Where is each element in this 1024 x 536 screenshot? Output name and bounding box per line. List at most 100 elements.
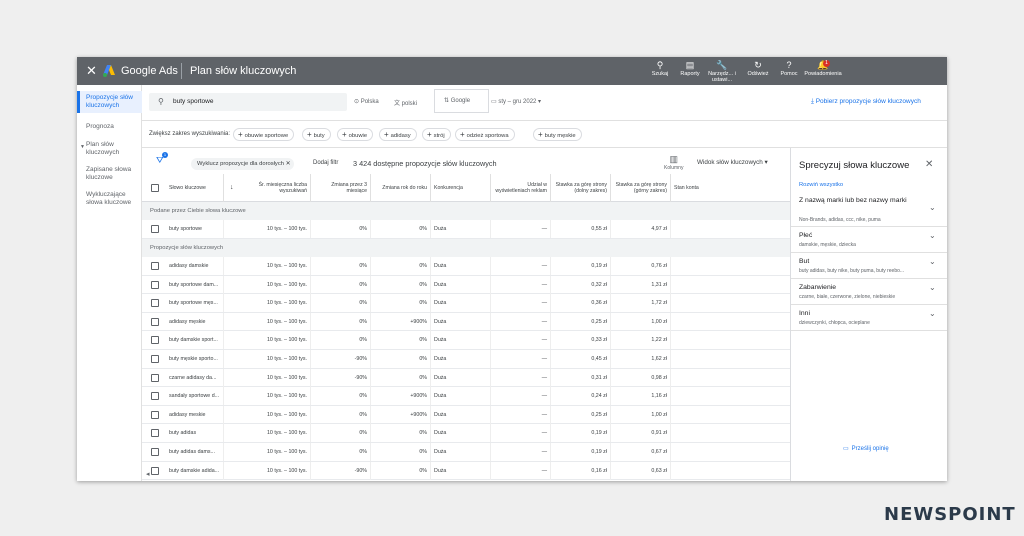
broaden-pill[interactable]: + strój [422, 128, 451, 141]
columns-button[interactable]: ▥ Kolumny [664, 154, 683, 171]
table-row[interactable]: adidasy meskie 10 tys. – 100 tys. 0% +900% D… [142, 405, 790, 425]
cell-competition: Duża [434, 356, 447, 362]
facet-shoe[interactable]: But buty adidas, buty nike, buty puma, b… [791, 253, 947, 279]
row-checkbox[interactable] [151, 336, 159, 345]
scroll-left-icon[interactable]: ◂ [146, 470, 150, 478]
language-selector[interactable]: 文 polski [394, 98, 417, 107]
header-keyword[interactable]: Słowo kluczowe [169, 174, 221, 202]
row-checkbox[interactable] [151, 317, 159, 326]
table-row[interactable]: buty adidas dams... 10 tys. – 100 tys. 0% 0… [142, 443, 790, 462]
row-checkbox[interactable] [151, 299, 159, 308]
cell-bid-low: 0,16 zł [591, 467, 607, 474]
table-row[interactable]: buty damskie sport... 10 tys. – 100 tys. 0… [142, 331, 790, 350]
header-competition[interactable]: Konkurencja [434, 174, 488, 202]
plus-icon: + [384, 130, 389, 139]
close-icon[interactable]: ✕ [286, 161, 291, 167]
table-row[interactable]: buty adidas 10 tys. – 100 tys. 0% 0% Duża — 0,… [142, 424, 790, 443]
row-checkbox[interactable] [151, 355, 159, 363]
sidebar-item-keyword-ideas[interactable]: Propozycje słów kluczowych [77, 91, 142, 113]
column-divider [550, 312, 551, 331]
facet-subtitle: damskie, męskie, dziecka [799, 242, 856, 248]
facet-gender[interactable]: Płeć damskie, męskie, dziecka ⌄ [791, 227, 947, 253]
table-row[interactable]: buty sportowe dam... 10 tys. – 100 tys. 0%… [142, 275, 790, 295]
notifications-button[interactable]: 🔔 1 Powiadomienia [804, 60, 842, 77]
column-divider [550, 331, 551, 350]
broaden-pill[interactable]: + obuwie sportowe [233, 128, 295, 141]
column-divider [430, 257, 431, 275]
cell-3month-change: 0% [359, 226, 367, 232]
help-button[interactable]: ? Pomoc [772, 60, 806, 77]
table-row[interactable]: buty męskie sporto... 10 tys. – 100 tys. -… [142, 350, 790, 369]
row-checkbox[interactable] [151, 392, 159, 401]
table-row[interactable]: sandały sportowe d... 10 tys. – 100 tys. 0… [142, 387, 790, 406]
facet-brand[interactable]: Z nazwą marki lub bez nazwy marki Non-Br… [791, 192, 947, 227]
row-checkbox[interactable] [151, 225, 159, 233]
column-divider [490, 275, 491, 294]
sidebar-item-keyword-plan[interactable]: Plan słów kluczowych [77, 141, 142, 157]
column-divider [310, 220, 311, 238]
table-row[interactable]: buty sportowe 10 tys. – 100 tys. 0% 0% Duża —… [142, 220, 790, 239]
table-row[interactable]: czarne adidasy da... 10 tys. – 100 tys. -9… [142, 368, 790, 388]
header-impression-share[interactable]: Udział w wyświetleniach reklam [492, 174, 547, 202]
row-checkbox[interactable] [151, 466, 159, 475]
cell-3month-change: -90% [354, 356, 367, 362]
network-selector[interactable]: ⇅ Google [434, 89, 489, 113]
header-3month-change[interactable]: Zmiana przez 3 miesiące [312, 174, 367, 202]
cell-competition: Duża [434, 281, 447, 288]
keyword-search-input[interactable]: ⚲ buty sportowe [149, 93, 347, 111]
column-divider [310, 331, 311, 350]
table-row[interactable]: buty sportowe męs... 10 tys. – 100 tys. 0%… [142, 294, 790, 313]
broaden-pill[interactable]: + adidasy [379, 128, 417, 141]
cell-yoy-change: 0% [419, 226, 427, 232]
exclude-adult-chip[interactable]: Wyklucz propozycje dla dorosłych ✕ [191, 158, 295, 170]
column-divider [430, 331, 431, 350]
facet-other[interactable]: Inni dziewczynki, chłopca, ocieplane ⌄ [791, 305, 947, 331]
close-icon[interactable]: ✕ [925, 159, 933, 170]
facet-color[interactable]: Zabarwienie czarne, białe, czerwone, zie… [791, 279, 947, 305]
broaden-pill[interactable]: + buty [302, 128, 331, 141]
row-checkbox[interactable] [151, 429, 159, 438]
column-divider [430, 368, 431, 387]
column-divider [610, 174, 611, 202]
column-divider [370, 275, 371, 294]
row-checkbox[interactable] [151, 262, 159, 270]
row-checkbox[interactable] [151, 410, 159, 419]
close-icon[interactable]: ✕ [86, 63, 97, 79]
cell-competition: Duża [434, 467, 447, 474]
table-row[interactable]: adidasy damskie 10 tys. – 100 tys. 0% 0% Duż… [142, 257, 790, 276]
column-divider [310, 275, 311, 294]
column-divider [610, 443, 611, 461]
expand-all-link[interactable]: Rozwiń wszystko [799, 182, 843, 188]
tools-settings-button[interactable]: 🔧 Narzędz... i ustawi... [705, 60, 739, 83]
row-checkbox[interactable] [151, 448, 159, 456]
date-range-selector[interactable]: ▭ sty – gru 2022 ▾ [491, 98, 541, 105]
header-bid-high[interactable]: Stawka za górę strony (górny zakres) [612, 174, 667, 202]
search-tool-button[interactable]: ⚲ Szukaj [643, 60, 677, 77]
column-divider [550, 368, 551, 387]
refresh-button[interactable]: ↻ Odśwież [741, 60, 775, 77]
broaden-pill[interactable]: + buty męskie [533, 128, 582, 141]
row-checkbox[interactable] [151, 280, 159, 289]
sidebar-item-forecast[interactable]: Prognoza [77, 123, 142, 131]
cell-yoy-change: 0% [419, 337, 427, 344]
header-bid-low[interactable]: Stawka za górę strony (dolny zakres) [552, 174, 607, 202]
send-feedback-link[interactable]: ▭ Prześlij opinię [843, 445, 889, 452]
header-yoy-change[interactable]: Zmiana rok do roku [372, 174, 427, 202]
row-checkbox[interactable] [151, 373, 159, 382]
location-selector[interactable]: ⊙ Polska [354, 98, 379, 105]
header-account-status[interactable]: Stan konta [674, 174, 734, 202]
sidebar-item-negative-keywords[interactable]: Wykluczające słowa kluczowe [77, 191, 142, 207]
select-all-checkbox[interactable] [151, 184, 159, 192]
broaden-pill[interactable]: + obuwie [337, 128, 374, 141]
tool-label: Narzędz... i ustawi... [708, 71, 736, 83]
broaden-pill[interactable]: + odzież sportowa [455, 128, 515, 141]
header-avg-searches[interactable]: Śr. miesięczna liczba wyszukiwań [238, 174, 307, 202]
table-row[interactable]: adidasy męskie 10 tys. – 100 tys. 0% +900% D… [142, 312, 790, 332]
add-filter-button[interactable]: Dodaj filtr [313, 160, 338, 166]
view-selector[interactable]: Widok słów kluczowych ▾ [697, 159, 768, 166]
sidebar-item-saved-keywords[interactable]: Zapisane słowa kluczowe [77, 166, 142, 182]
table-row[interactable]: buty damskie adida... 10 tys. – 100 tys. -… [142, 461, 790, 481]
download-ideas-link[interactable]: ⤓ Pobierz propozycje słów kluczowych [811, 98, 921, 106]
sort-arrow-icon[interactable]: ↓ [230, 174, 234, 202]
reports-tool-button[interactable]: ▤ Raporty [673, 60, 707, 77]
